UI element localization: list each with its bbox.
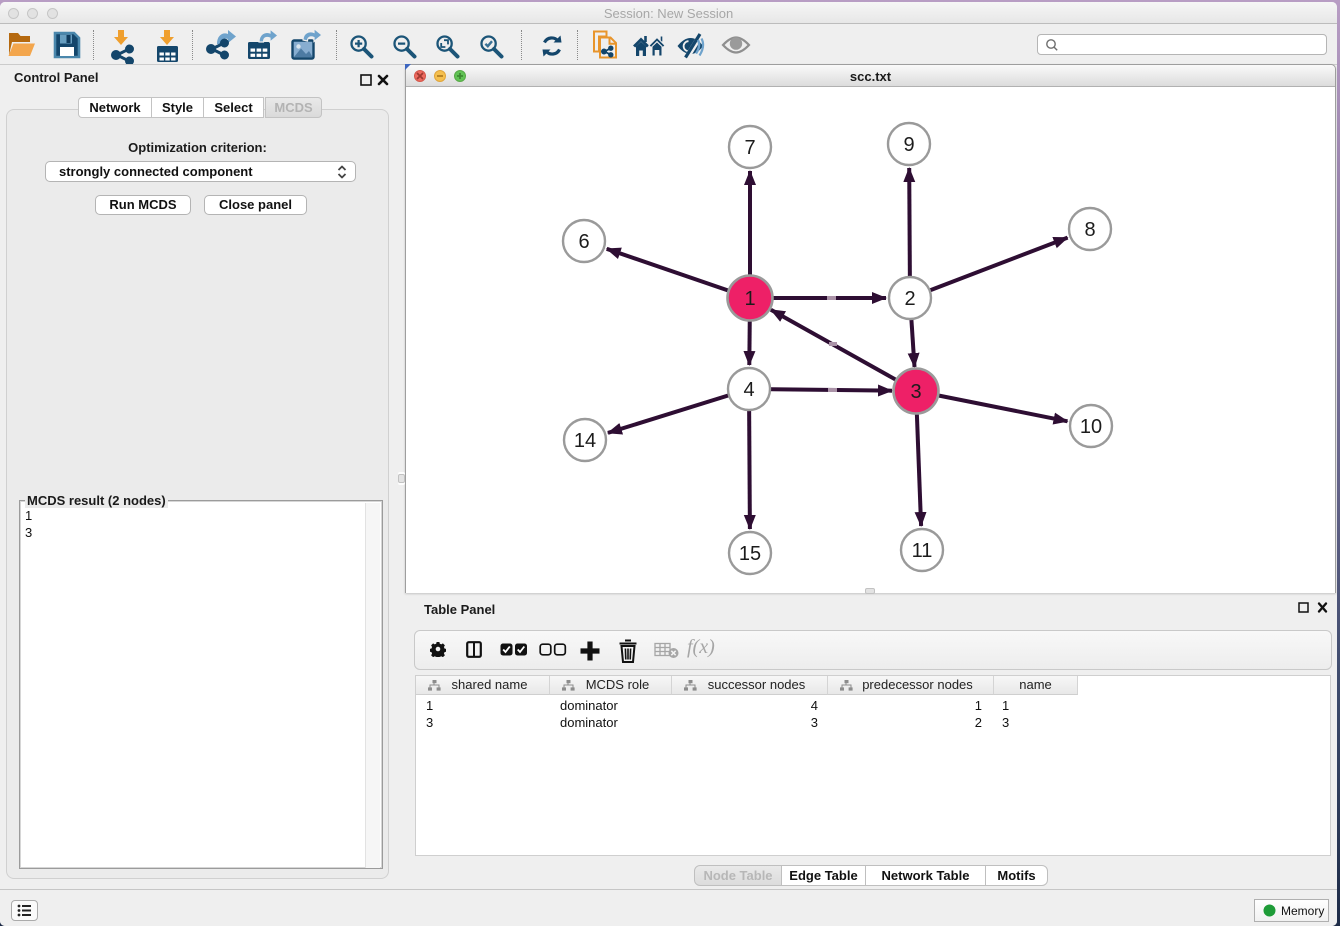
svg-text:7: 7: [744, 137, 755, 159]
svg-text:2: 2: [904, 288, 915, 310]
svg-text:10: 10: [1080, 416, 1102, 438]
svg-text:6: 6: [578, 231, 589, 253]
svg-text:14: 14: [574, 430, 596, 452]
svg-text:9: 9: [903, 134, 914, 156]
svg-text:1: 1: [744, 288, 755, 310]
svg-text:3: 3: [910, 381, 921, 403]
svg-text:4: 4: [743, 379, 754, 401]
svg-text:8: 8: [1084, 219, 1095, 241]
svg-text:11: 11: [912, 540, 933, 562]
svg-text:15: 15: [739, 543, 761, 565]
